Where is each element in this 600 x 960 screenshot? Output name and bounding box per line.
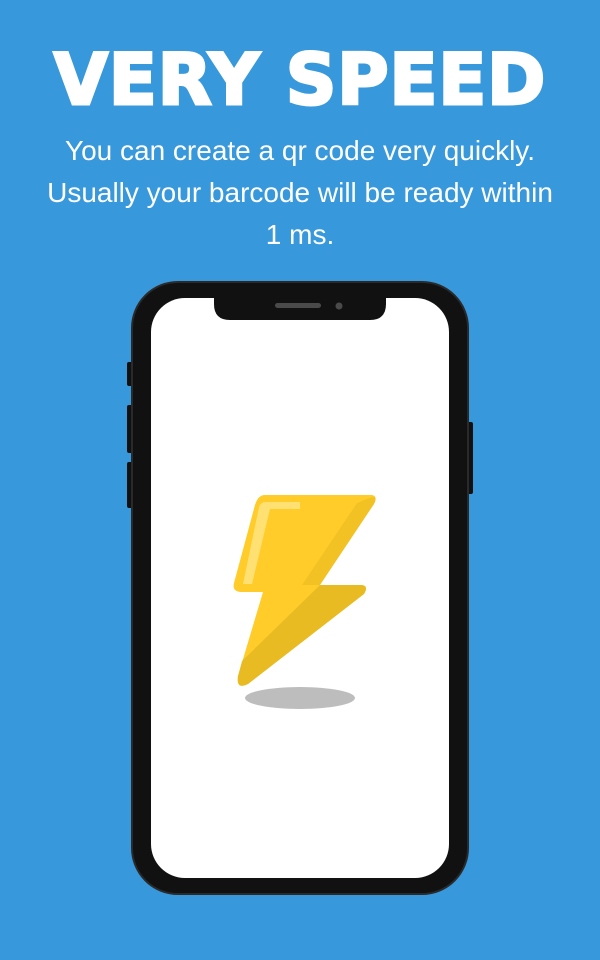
bolt-shadow [245,687,355,709]
phone-notch [214,297,386,320]
phone-speaker [275,303,321,308]
phone-illustration [127,281,473,895]
phone-camera [335,302,343,310]
